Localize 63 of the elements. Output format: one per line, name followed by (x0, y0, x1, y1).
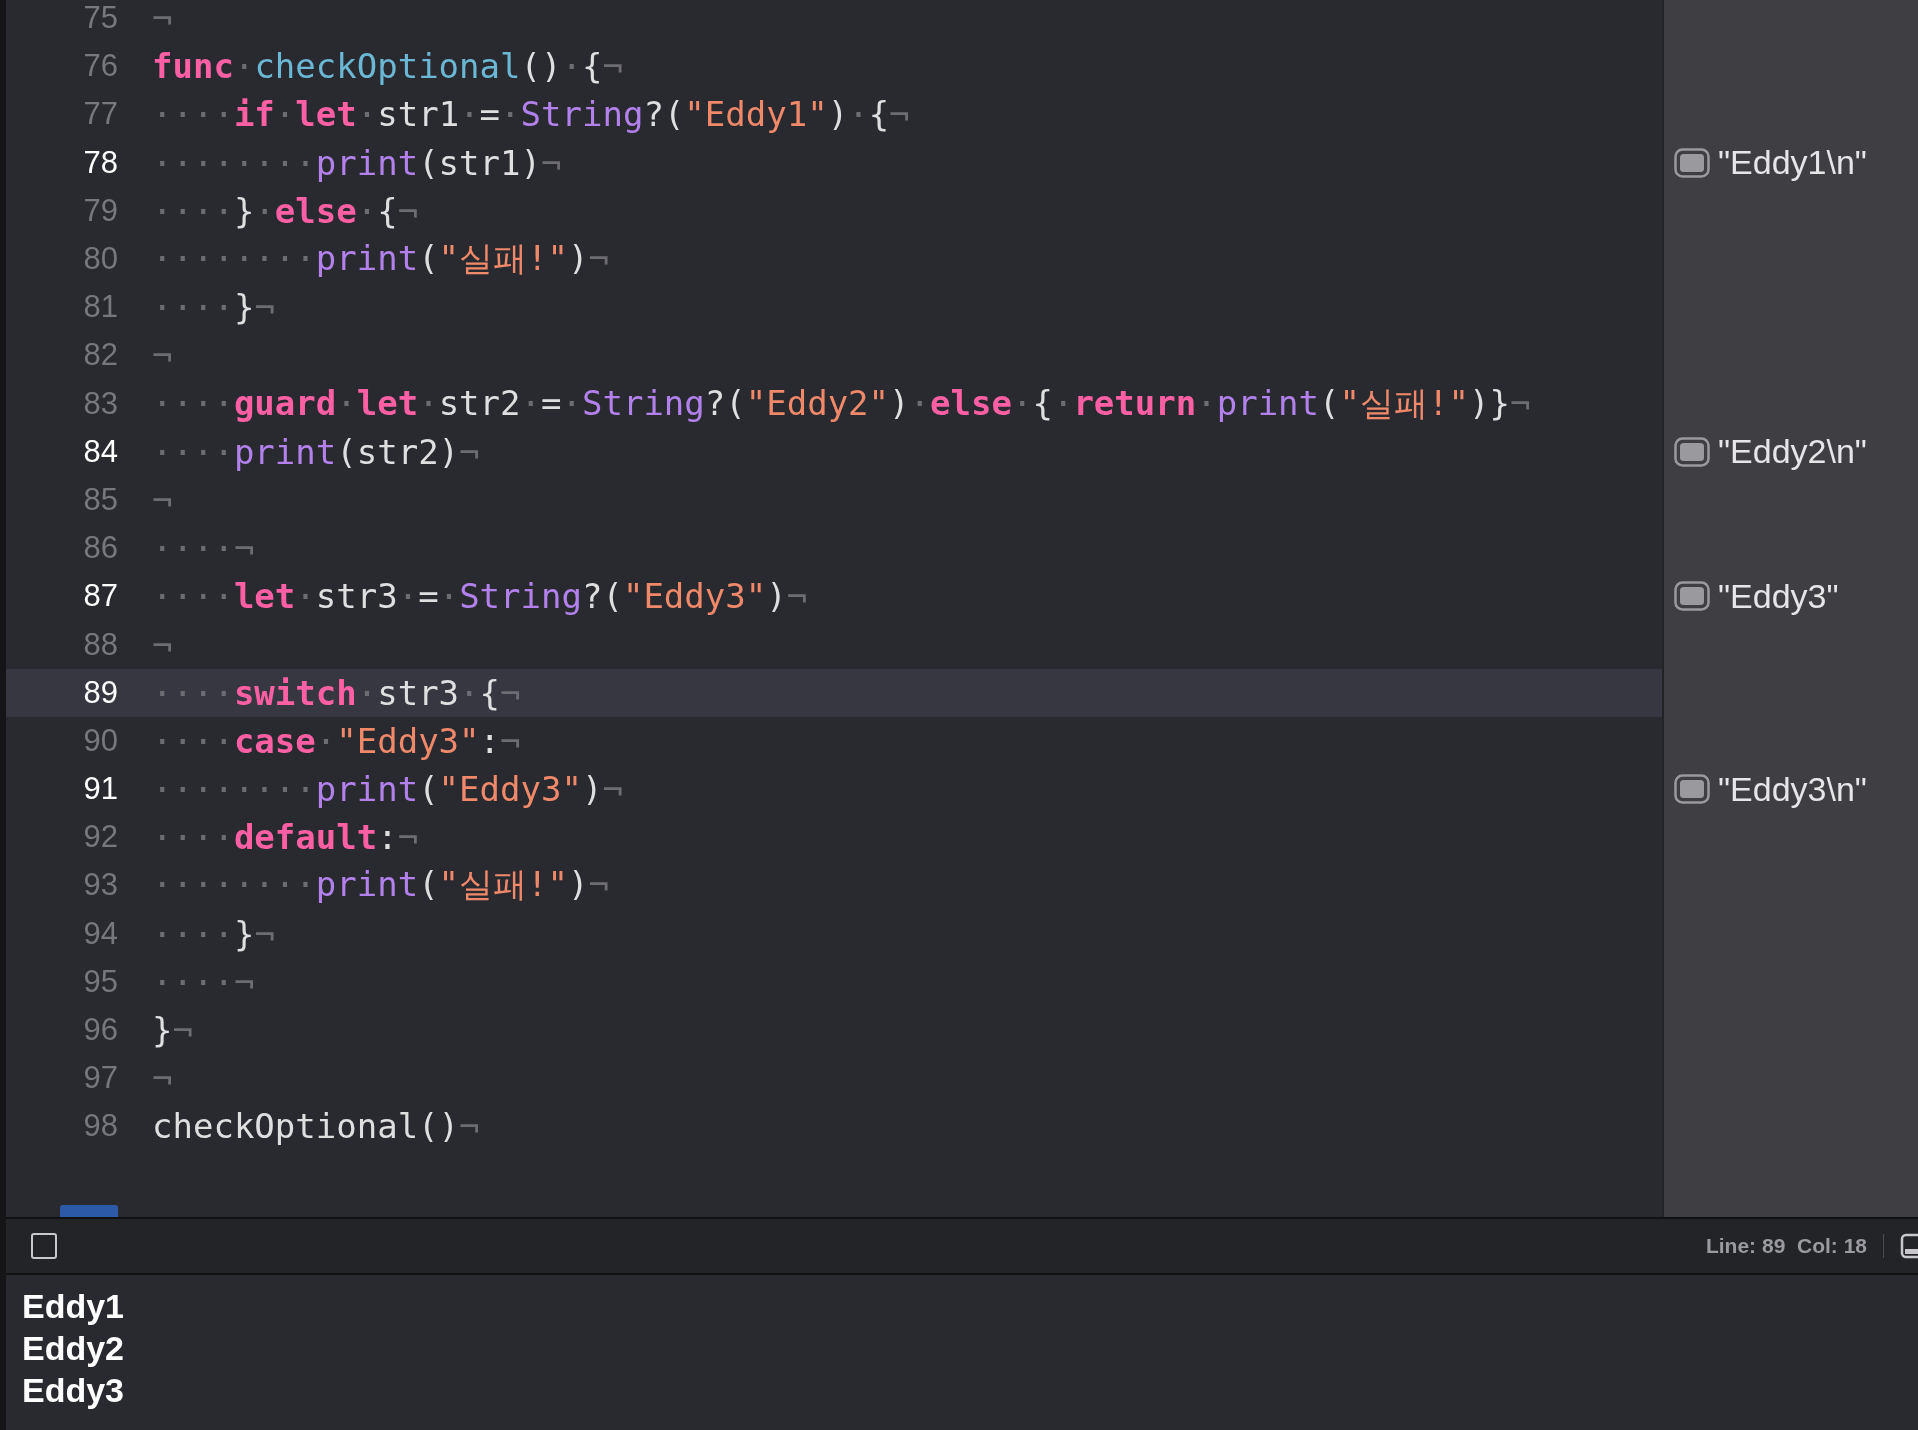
line-number: 89 (82, 673, 118, 712)
code-line: ········print("Eddy3")¬ (152, 769, 623, 810)
code-line: ····case·"Eddy3":¬ (152, 720, 521, 761)
code-line: ····}·else·{¬ (152, 190, 419, 231)
console-toggle-icon[interactable] (30, 1232, 58, 1260)
line-number: 92 (82, 818, 118, 857)
code-line: ····default:¬ (152, 817, 419, 858)
code-line: ····print(str2)¬ (152, 431, 480, 472)
console-output-line: Eddy3 (22, 1370, 126, 1411)
line-number: 84 (82, 432, 118, 471)
code-line: ····}¬ (152, 287, 275, 328)
result-preview-icon[interactable] (1674, 581, 1710, 612)
line-number: 85 (82, 480, 118, 519)
code-line: ¬ (152, 624, 173, 665)
code-line: ········print("실패!")¬ (152, 863, 609, 907)
code-line: ¬ (152, 1058, 173, 1099)
line-number: 76 (82, 47, 118, 86)
result-value: "Eddy3" (1718, 576, 1839, 616)
result-preview-icon[interactable] (1674, 774, 1710, 805)
code-line: ····if·let·str1·=·String?("Eddy1")·{¬ (152, 94, 910, 135)
result-value: "Eddy3\n" (1718, 769, 1867, 809)
line-number: 90 (82, 721, 118, 760)
code-line: ····let·str3·=·String?("Eddy3")¬ (152, 576, 808, 617)
line-number: 79 (82, 191, 118, 230)
line-number: 94 (82, 914, 118, 953)
code-line: }¬ (152, 1010, 193, 1051)
panel-icon[interactable] (1900, 1232, 1918, 1260)
line-number: 95 (82, 962, 118, 1001)
console-output-line: Eddy1 (22, 1286, 126, 1327)
code-line: ¬ (152, 335, 173, 376)
line-number: 83 (82, 384, 118, 423)
line-number: 91 (82, 770, 118, 809)
result-preview-icon[interactable] (1674, 436, 1710, 467)
line-number: 77 (82, 95, 118, 134)
code-line: ····¬ (152, 961, 255, 1002)
cursor-position: Line: 89 Col: 18 (1705, 1234, 1867, 1258)
code-line: ····¬ (152, 528, 255, 569)
line-number: 93 (82, 866, 118, 905)
code-line: ····guard·let·str2·=·String?("Eddy2")·else·{·return·print("실패!")}¬ (152, 381, 1531, 425)
result-value: "Eddy2\n" (1718, 432, 1867, 472)
line-number: 86 (82, 529, 118, 568)
result-value: "Eddy1\n" (1718, 143, 1867, 183)
code-line: func·checkOptional()·{¬ (152, 46, 623, 87)
line-number: 82 (82, 336, 118, 375)
code-line: ····}¬ (152, 913, 275, 954)
line-number: 75 (82, 0, 118, 38)
code-line: ¬ (152, 0, 173, 39)
console-output-line: Eddy2 (22, 1328, 126, 1369)
code-line: ····switch·str3·{¬ (152, 672, 521, 713)
line-number: 96 (82, 1011, 118, 1050)
code-line: checkOptional()¬ (152, 1106, 480, 1147)
line-number: 78 (82, 143, 118, 182)
result-preview-icon[interactable] (1674, 147, 1710, 178)
line-number: 80 (82, 240, 118, 279)
line-number: 98 (82, 1107, 118, 1146)
tab-indicator (60, 1205, 118, 1217)
line-number: 88 (82, 625, 118, 664)
code-line: ········print(str1)¬ (152, 142, 562, 183)
line-number: 97 (82, 1059, 118, 1098)
line-number: 81 (82, 288, 118, 327)
code-line: ¬ (152, 479, 173, 520)
line-number: 87 (82, 577, 118, 616)
code-line: ········print("실패!")¬ (152, 237, 609, 281)
